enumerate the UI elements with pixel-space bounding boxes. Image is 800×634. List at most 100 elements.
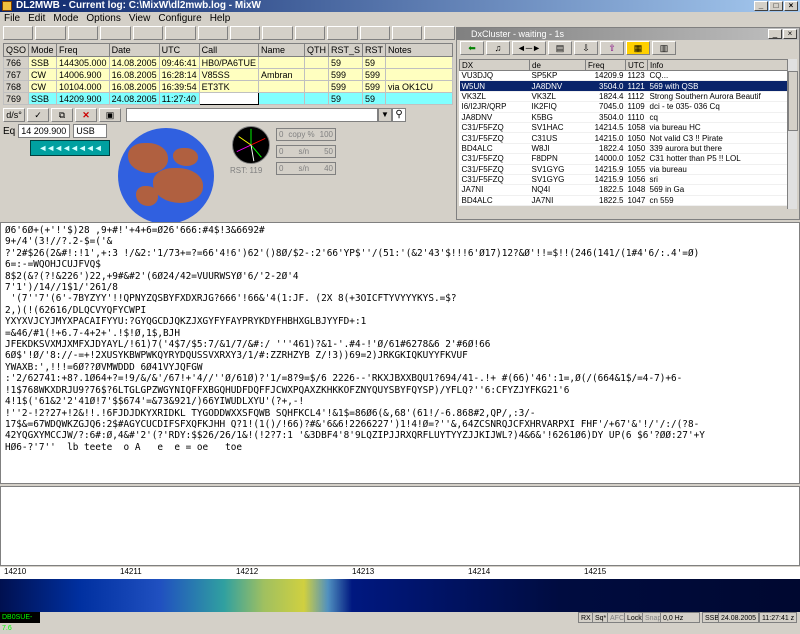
menu-configure[interactable]: Configure xyxy=(158,12,201,26)
log-controls: d/s° ✓ ⧉ ✕ ▣ xyxy=(3,107,121,123)
macro-button[interactable] xyxy=(424,26,455,40)
col-name[interactable]: Name xyxy=(258,43,306,57)
world-map-globe[interactable] xyxy=(118,128,214,224)
dx-close-button[interactable]: × xyxy=(783,29,797,39)
macro-button[interactable] xyxy=(35,26,66,40)
table-row[interactable]: BD4ALC W8JI 1822.4 1050 339 aurora but there xyxy=(459,143,789,155)
table-row-selected[interactable]: W5UN JA8DNV 3504.0 1121 569 with QSB xyxy=(459,80,789,92)
upload-icon[interactable]: ⇧ xyxy=(600,41,624,55)
dx-toolbar: ⬅ ♫ ◄─► ▤ ⇩ ⇧ ▦ ▥ xyxy=(457,40,799,56)
col-date[interactable]: Date xyxy=(108,43,160,57)
receive-text-area[interactable]: Ø6'6Ø+(+'!'$)28 ,9+#!'+4+6=Ø26'666:#4$!3… xyxy=(0,222,800,484)
table-row[interactable]: C31/F5FZQ SV1HAC 14214.5 1058 via bureau HC xyxy=(459,122,789,134)
macro-button[interactable] xyxy=(392,26,423,40)
macro-button[interactable] xyxy=(100,26,131,40)
dx-spots-table: DX de Freq UTC Info VU3DJQ SP5KP 14209.9 11… xyxy=(459,59,789,207)
document-icon[interactable]: ▤ xyxy=(548,41,572,55)
macro-button[interactable] xyxy=(327,26,358,40)
level-meter: 0 s/n 40 xyxy=(276,162,336,175)
table-row[interactable]: VU3DJQ SP5KP 14209.9 1123 CQ... xyxy=(459,70,789,82)
status-bar: RX Sq* AFC Lock Snap 0,0 Hz SSB 24.08.20… xyxy=(0,612,800,623)
macro-button[interactable] xyxy=(67,26,99,40)
chevron-down-icon[interactable]: ▼ xyxy=(378,108,392,122)
time-readout: 11:27:41 z xyxy=(759,612,798,623)
macro-button[interactable] xyxy=(262,26,293,40)
date-readout: 24.08.2005 xyxy=(718,612,760,623)
table-row[interactable]: 766 SSB 144305.000 14.08.2005 09:46:41 H… xyxy=(2,56,453,69)
close-button[interactable]: × xyxy=(784,1,798,11)
grid-icon[interactable]: ▥ xyxy=(652,41,676,55)
menu-file[interactable]: File xyxy=(4,12,20,26)
freq-label: Eq xyxy=(3,125,16,137)
col-de[interactable]: de xyxy=(529,59,586,71)
table-row[interactable]: BD4ALC JA7NI 1822.5 1047 cn 559 xyxy=(459,195,789,207)
tuning-arrows[interactable]: ◄◄◄◄◄◄◄◄ xyxy=(30,140,110,156)
col-dx[interactable]: DX xyxy=(459,59,530,71)
app-icon xyxy=(2,1,12,11)
minimize-button[interactable]: _ xyxy=(754,1,768,11)
dx-scrollbar[interactable] xyxy=(787,59,798,209)
macro-button[interactable] xyxy=(229,26,261,40)
table-row[interactable]: C31/F5FZQ C31US 14215.0 1050 Not valid C3 !!… xyxy=(459,132,789,144)
col-call[interactable]: Call xyxy=(198,43,260,57)
headphones-icon[interactable]: ♫ xyxy=(486,41,510,55)
macro-button[interactable] xyxy=(165,26,196,40)
window-title: DL2MWB - Current log: C:\MixW\dl2mwb.log… xyxy=(16,0,261,11)
table-row-current[interactable]: 769 SSB 14209.900 24.08.2005 11:27:40 59… xyxy=(2,92,453,105)
col-qso[interactable]: QSO xyxy=(2,43,30,57)
check-icon[interactable]: ✓ xyxy=(27,108,49,122)
call-entry[interactable] xyxy=(198,92,260,105)
table-row[interactable]: JA8DNV K5BG 3504.0 1110 cq xyxy=(459,112,789,123)
table-row[interactable]: 767 CW 14006.900 16.08.2005 16:28:14 V85… xyxy=(2,68,453,81)
col-rst-s[interactable]: RST_S xyxy=(328,43,364,57)
table-row[interactable]: I6/I2JR/QRP IK2FIQ 7045.0 1109 dci - te 035-… xyxy=(459,101,789,113)
col-freq[interactable]: Freq xyxy=(56,43,110,57)
transmit-text-area[interactable] xyxy=(0,486,800,566)
text-entry-input[interactable] xyxy=(126,108,378,122)
bands-icon[interactable]: ▦ xyxy=(626,41,650,55)
col-utc[interactable]: UTC xyxy=(158,43,200,57)
macro-button[interactable] xyxy=(132,26,164,40)
maximize-button[interactable]: □ xyxy=(769,1,783,11)
search-icon[interactable]: ⚲ xyxy=(392,108,406,122)
frequency-field[interactable]: 14 209.900 xyxy=(18,124,71,138)
menu-options[interactable]: Options xyxy=(86,12,120,26)
col-freq[interactable]: Freq xyxy=(585,59,626,71)
save-icon[interactable]: ▣ xyxy=(99,108,121,122)
macro-button[interactable] xyxy=(197,26,228,40)
mode-select[interactable]: USB xyxy=(73,124,108,138)
dx-cluster-window: DxCluster - waiting - 1s _ × ⬅ ♫ ◄─► ▤ ⇩… xyxy=(456,27,800,220)
col-qth[interactable]: QTH xyxy=(304,43,330,57)
table-row[interactable]: C31/F5FZQ SV1GYG 14215.9 1055 via bureau xyxy=(459,164,789,175)
table-row[interactable]: JA7NI NQ4I 1822.5 1048 569 in Ga xyxy=(459,184,789,196)
col-info[interactable]: Info xyxy=(647,59,789,71)
scroll-thumb[interactable] xyxy=(788,71,798,131)
tune-button[interactable]: d/s° xyxy=(3,108,25,122)
menu-edit[interactable]: Edit xyxy=(28,12,45,26)
table-row[interactable]: C31/F5FZQ F8DPN 14000.0 1052 C31 hotter than… xyxy=(459,153,789,165)
col-rst[interactable]: RST xyxy=(362,43,387,57)
col-utc[interactable]: UTC xyxy=(625,59,648,71)
dx-minimize-button[interactable]: _ xyxy=(768,29,782,39)
col-notes[interactable]: Notes xyxy=(385,43,453,57)
menu-bar: File Edit Mode Options View Configure He… xyxy=(0,12,800,26)
filter-icon[interactable]: ◄─► xyxy=(512,41,546,55)
macro-toolbar xyxy=(0,26,455,42)
macro-button[interactable] xyxy=(294,26,326,40)
back-arrow-icon[interactable]: ⬅ xyxy=(460,41,484,55)
offset-readout: 0,0 Hz xyxy=(660,612,700,623)
download-icon[interactable]: ⇩ xyxy=(574,41,598,55)
macro-button[interactable] xyxy=(3,26,34,40)
table-row[interactable]: 768 CW 10104.000 16.08.2005 16:39:54 ET3… xyxy=(2,80,453,93)
table-row[interactable]: C31/F5FZQ SV1GYG 14215.9 1056 sri xyxy=(459,174,789,186)
col-mode[interactable]: Mode xyxy=(28,43,58,57)
waterfall-display[interactable] xyxy=(0,579,800,613)
menu-mode[interactable]: Mode xyxy=(53,12,78,26)
copy-icon[interactable]: ⧉ xyxy=(51,108,73,122)
phase-scope xyxy=(232,126,270,164)
table-row[interactable]: VK3ZL VK3ZL 1824.4 1112 Strong Southern Auro… xyxy=(459,91,789,103)
menu-view[interactable]: View xyxy=(129,12,151,26)
macro-button[interactable] xyxy=(359,26,391,40)
delete-icon[interactable]: ✕ xyxy=(75,108,97,122)
menu-help[interactable]: Help xyxy=(210,12,231,26)
